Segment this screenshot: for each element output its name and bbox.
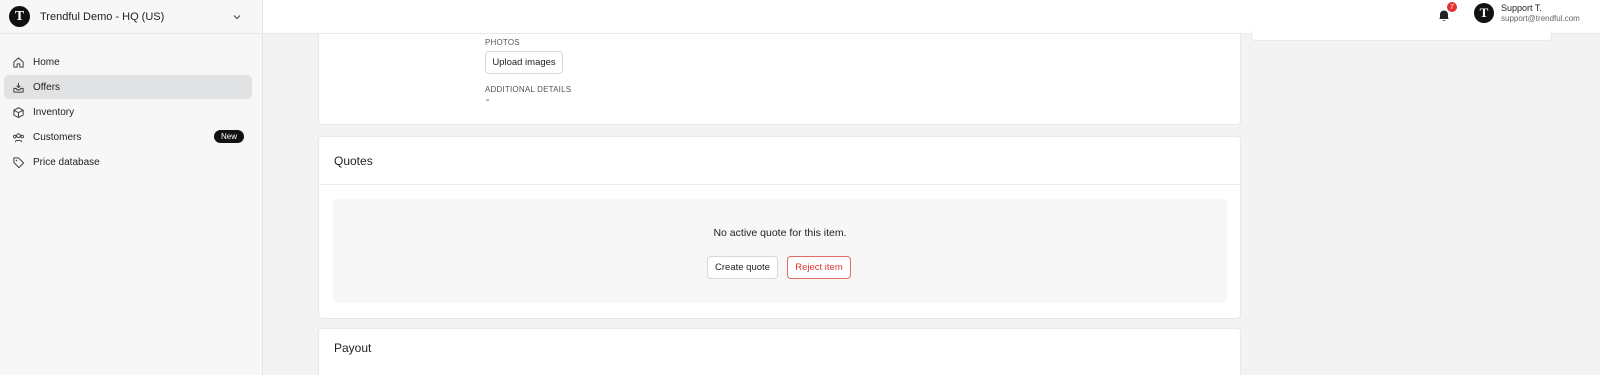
upload-images-button[interactable]: Upload images <box>485 51 563 74</box>
divider <box>319 184 1240 185</box>
sidebar: T Trendful Demo - HQ (US) Home Offers In… <box>0 0 263 375</box>
home-icon <box>11 55 25 69</box>
item-details-card: PHOTOS Upload images ADDITIONAL DETAILS … <box>318 34 1241 125</box>
org-name: Trendful Demo - HQ (US) <box>40 10 165 23</box>
quotes-card: Quotes No active quote for this item. Cr… <box>318 136 1241 319</box>
sidebar-item-label: Price database <box>33 156 100 168</box>
notification-count-badge: 7 <box>1447 2 1457 12</box>
chevron-down-icon[interactable] <box>230 10 244 24</box>
sidebar-item-label: Home <box>33 56 60 68</box>
quotes-title: Quotes <box>334 154 373 168</box>
topbar <box>263 0 1600 34</box>
sidebar-item-price-database[interactable]: Price database <box>4 150 252 174</box>
additional-details-value: - <box>486 95 490 106</box>
tag-icon <box>11 155 25 169</box>
sidebar-item-label: Offers <box>33 81 61 93</box>
inbox-download-icon <box>11 80 25 94</box>
sidebar-item-customers[interactable]: Customers New <box>4 125 252 149</box>
payout-title: Payout <box>334 341 372 355</box>
create-quote-button[interactable]: Create quote <box>707 256 778 279</box>
users-icon <box>11 130 25 144</box>
sidebar-item-home[interactable]: Home <box>4 50 252 74</box>
sidebar-item-offers[interactable]: Offers <box>4 75 252 99</box>
empty-quote-text: No active quote for this item. <box>713 227 847 239</box>
new-badge: New <box>213 130 244 143</box>
box-icon <box>11 105 25 119</box>
sidebar-nav: Home Offers Inventory Customers New Pric… <box>0 34 262 174</box>
org-switcher[interactable]: T Trendful Demo - HQ (US) <box>0 0 262 34</box>
empty-quote-panel: No active quote for this item. Create qu… <box>333 199 1227 303</box>
sidebar-item-inventory[interactable]: Inventory <box>4 100 252 124</box>
user-name[interactable]: Support T. <box>1501 3 1542 13</box>
additional-details-label: ADDITIONAL DETAILS <box>485 85 572 94</box>
reject-item-button[interactable]: Reject item <box>787 256 851 279</box>
avatar[interactable]: T <box>1474 3 1494 23</box>
sidebar-item-label: Customers <box>33 131 82 143</box>
sidebar-item-label: Inventory <box>33 106 75 118</box>
user-email: support@trendful.com <box>1501 14 1580 23</box>
side-panel-card <box>1251 30 1552 41</box>
payout-card: Payout <box>318 328 1241 375</box>
org-logo: T <box>9 6 30 27</box>
photos-label: PHOTOS <box>485 38 520 47</box>
